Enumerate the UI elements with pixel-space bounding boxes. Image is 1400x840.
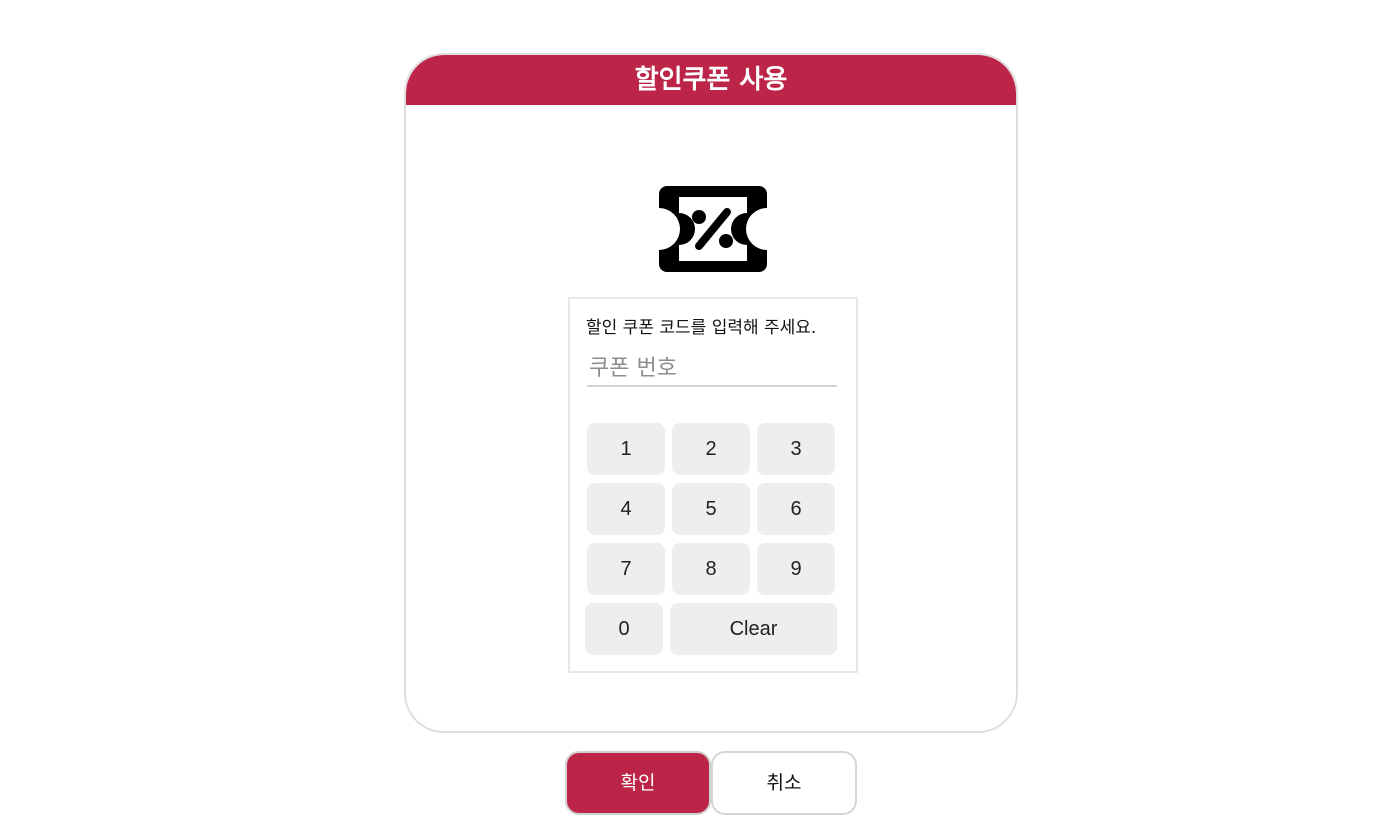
keypad-key-4[interactable]: 4	[587, 483, 665, 535]
keypad-key-1[interactable]: 1	[587, 423, 665, 475]
keypad-key-2[interactable]: 2	[672, 423, 750, 475]
coupon-code-input[interactable]	[587, 351, 837, 387]
keypad-key-5[interactable]: 5	[672, 483, 750, 535]
keypad-key-3[interactable]: 3	[757, 423, 835, 475]
coupon-prompt: 할인 쿠폰 코드를 입력해 주세요.	[586, 318, 817, 338]
keypad-key-6[interactable]: 6	[757, 483, 835, 535]
discount-coupon-icon	[659, 186, 767, 272]
cancel-button[interactable]: 취소	[711, 751, 857, 815]
confirm-button[interactable]: 확인	[565, 751, 711, 815]
keypad-key-8[interactable]: 8	[672, 543, 750, 595]
keypad-key-9[interactable]: 9	[757, 543, 835, 595]
coupon-entry-panel: 할인 쿠폰 코드를 입력해 주세요. 1 2 3 4 5 6 7 8 9 0 C…	[568, 297, 858, 673]
dialog-title: 할인쿠폰 사용	[406, 55, 1016, 105]
keypad-key-0[interactable]: 0	[585, 603, 663, 655]
keypad-key-7[interactable]: 7	[587, 543, 665, 595]
keypad-clear-button[interactable]: Clear	[670, 603, 837, 655]
coupon-dialog: 할인쿠폰 사용 할인 쿠폰 코드를 입력해 주세요. 1 2 3 4 5 6 7…	[404, 53, 1018, 733]
